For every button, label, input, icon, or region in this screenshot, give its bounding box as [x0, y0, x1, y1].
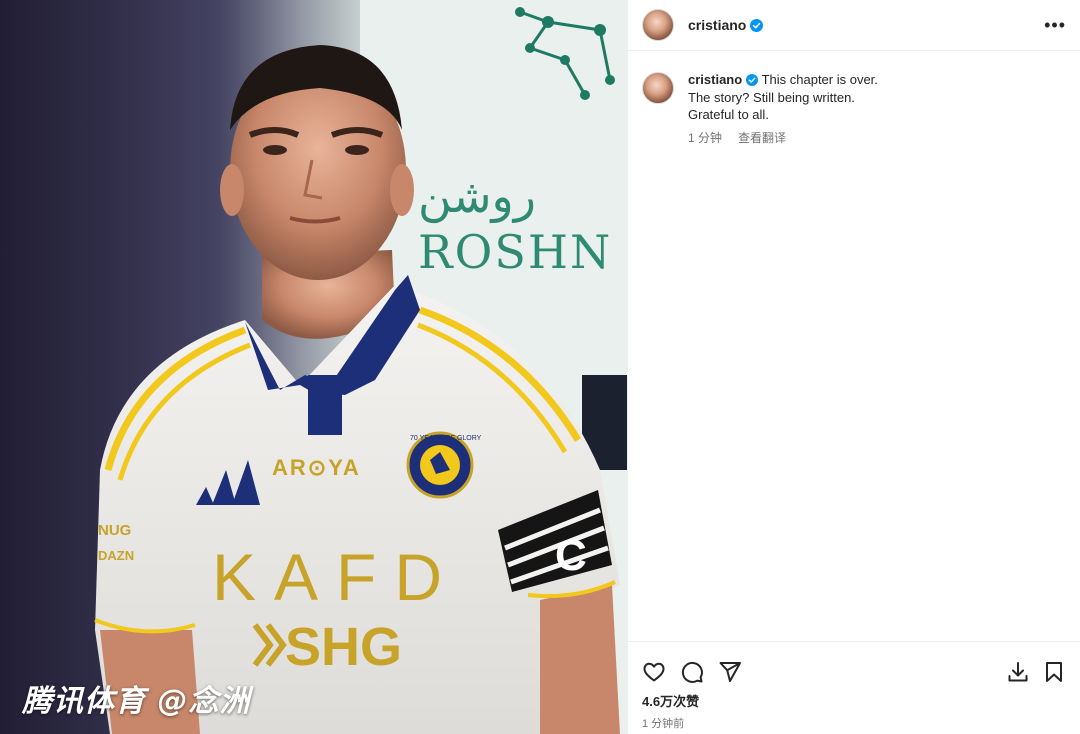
post-footer: 4.6万次赞 1 分钟前 [628, 641, 1080, 731]
sponsor-kafd: KAFD [212, 540, 460, 614]
verified-badge-icon [750, 18, 764, 32]
sponsor-aroya: AR⊙YA [272, 455, 361, 480]
avatar[interactable] [642, 9, 674, 41]
action-bar-right [994, 660, 1066, 684]
comments-section: cristiano This chapter is over. The stor… [628, 51, 1080, 147]
svg-text:NUG: NUG [98, 522, 131, 539]
svg-text:70 YEARS OF GLORY: 70 YEARS OF GLORY [410, 435, 482, 442]
caption-line-2: The story? Still being written. [688, 89, 855, 105]
caption-username[interactable]: cristiano [688, 72, 742, 87]
caption-avatar[interactable] [642, 72, 674, 104]
bookmark-icon[interactable] [1042, 660, 1066, 684]
caption-line-3: Grateful to all. [688, 107, 769, 122]
post-photo[interactable]: روشن ROSHN G AR⊙YA [0, 0, 627, 734]
share-icon[interactable] [718, 660, 742, 684]
see-translation-link[interactable]: 查看翻译 [738, 130, 786, 148]
bg-sign-arabic: روشن [418, 169, 536, 224]
caption-body: cristiano This chapter is over. The stor… [688, 71, 878, 147]
caption-timestamp[interactable]: 1 分钟 [688, 130, 722, 148]
caption-line-1: This chapter is over. [761, 72, 878, 87]
verified-badge-icon [746, 74, 759, 86]
header-username[interactable]: cristiano [688, 17, 746, 33]
action-bar [628, 642, 1080, 690]
heart-icon[interactable] [642, 660, 666, 684]
sponsor-shg: SHG [285, 617, 402, 677]
bg-sign-latin: ROSHN G [418, 225, 627, 279]
more-options-icon[interactable]: ••• [1044, 15, 1066, 36]
photo-illustration: روشن ROSHN G AR⊙YA [0, 0, 627, 734]
post-header: cristiano ••• [628, 0, 1080, 51]
likes-count[interactable]: 4.6万次赞 [628, 690, 1080, 710]
post-panel: cristiano ••• cristiano This chapter is … [627, 0, 1080, 734]
caption-row: cristiano This chapter is over. The stor… [642, 71, 1066, 147]
comment-icon[interactable] [680, 660, 704, 684]
svg-text:C: C [555, 531, 587, 580]
caption-meta: 1 分钟 查看翻译 [688, 130, 878, 148]
posted-timestamp[interactable]: 1 分钟前 [628, 710, 1080, 731]
source-watermark: 腾讯体育 @念洲 [22, 684, 251, 719]
svg-text:DAZN: DAZN [98, 548, 134, 563]
caption-text: cristiano This chapter is over. The stor… [688, 71, 878, 124]
download-icon[interactable] [1006, 660, 1030, 684]
